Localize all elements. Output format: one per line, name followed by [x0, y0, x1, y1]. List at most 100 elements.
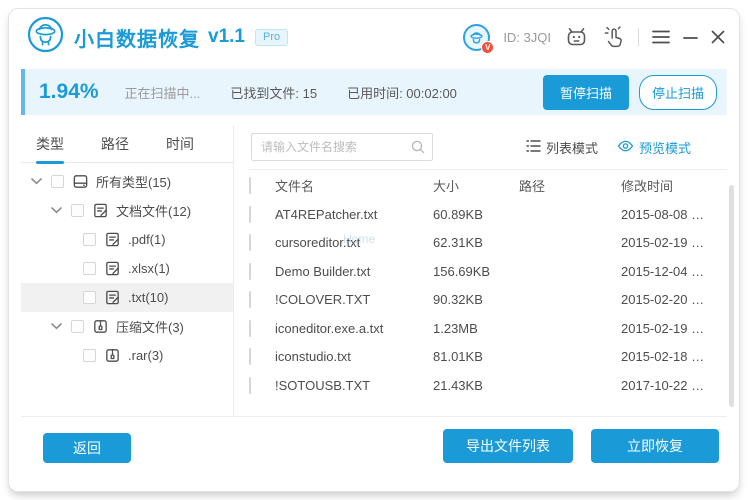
drive-icon [72, 173, 89, 190]
file-name: iconstudio.txt [275, 349, 351, 365]
file-size: 1.23MB [433, 320, 478, 336]
vip-badge: V [481, 40, 495, 54]
file-modified: 2015-02-19 22:57... [621, 320, 713, 336]
file-name: iconeditor.exe.a.txt [275, 320, 384, 336]
checkbox[interactable] [249, 291, 251, 309]
list-mode-label: 列表模式 [545, 141, 598, 156]
column-path[interactable]: 路径 [519, 176, 621, 195]
robot-assistant-icon[interactable] [564, 26, 589, 49]
tab-type[interactable]: 类型 [36, 125, 64, 163]
checkbox[interactable] [71, 204, 84, 217]
file-size: 60.89KB [433, 206, 483, 222]
tree-item-documents[interactable]: 文档文件(12) [21, 196, 233, 225]
table-row[interactable]: iconstudio.txt 81.01KB 2015-02-18 18:40.… [249, 343, 713, 372]
chevron-down-icon[interactable] [51, 207, 64, 214]
archive-icon [92, 318, 109, 335]
document-icon [92, 202, 109, 219]
scan-progress-bar: 1.94% 正在扫描中... 已找到文件: 15 已用时间: 00:02:00 … [21, 69, 727, 115]
search-input[interactable] [251, 133, 433, 161]
table-row[interactable]: Demo Builder.txt 156.69KB 2015-12-04 04:… [249, 257, 713, 286]
tab-path[interactable]: 路径 [101, 125, 129, 163]
file-modified: 2015-02-18 18:40... [621, 349, 713, 365]
view-mode-toggle: 列表模式 预览模式 [526, 138, 691, 157]
file-modified: 2017-10-22 18:48... [621, 377, 713, 393]
file-modified: 2015-02-20 03:56... [621, 292, 713, 308]
tab-time[interactable]: 时间 [166, 125, 194, 163]
recover-now-button[interactable]: 立即恢复 [591, 429, 719, 463]
select-all-checkbox[interactable] [249, 176, 251, 194]
checkbox[interactable] [249, 319, 251, 337]
menu-icon[interactable] [652, 30, 670, 44]
checkbox[interactable] [249, 376, 251, 394]
checkbox[interactable] [249, 205, 251, 223]
table-header: 文件名 大小 路径 修改时间 [249, 173, 713, 197]
hand-tap-icon[interactable] [602, 25, 625, 49]
checkbox[interactable] [83, 262, 96, 275]
document-icon [104, 260, 121, 277]
tree-item-label: 文档文件(12) [116, 204, 192, 219]
chevron-down-icon[interactable] [51, 323, 64, 330]
document-icon [104, 231, 121, 248]
stop-scan-button[interactable]: 停止扫描 [638, 74, 717, 110]
tree-item-archives[interactable]: 压缩文件(3) [21, 312, 233, 341]
tree-item-all-types[interactable]: 所有类型(15) [21, 167, 233, 196]
list-mode-button[interactable]: 列表模式 [526, 138, 598, 157]
file-name: !SOTOUSB.TXT [275, 377, 371, 393]
checkbox[interactable] [249, 348, 251, 366]
app-window: 小白数据恢复 v1.1 Pro V ID: 3JQI 1.94% 正在扫描中..… [8, 8, 740, 492]
list-icon [526, 139, 541, 156]
chevron-down-icon[interactable] [31, 178, 44, 185]
user-id: ID: 3JQI [503, 29, 551, 45]
close-icon[interactable] [711, 30, 725, 44]
table-row[interactable]: cursoreditor.txt 62.31KB 2015-02-19 00:4… [249, 229, 713, 258]
pause-scan-button[interactable]: 暂停扫描 [542, 74, 629, 110]
tree-item-rar[interactable]: .rar(3) [21, 341, 233, 370]
tree-item-label: .txt(10) [128, 290, 169, 305]
checkbox[interactable] [249, 234, 251, 252]
sidebar-tabs: 类型 路径 时间 [21, 125, 233, 163]
column-size[interactable]: 大小 [433, 176, 519, 195]
table-row[interactable]: iconeditor.exe.a.txt 1.23MB 2015-02-19 2… [249, 314, 713, 343]
table-row[interactable]: !SOTOUSB.TXT 21.43KB 2017-10-22 18:48... [249, 371, 713, 400]
column-modified[interactable]: 修改时间 [621, 176, 713, 195]
search-box [251, 133, 433, 161]
file-size: 21.43KB [433, 377, 483, 393]
tree-item-label: 压缩文件(3) [116, 320, 184, 335]
tree-item-xlsx[interactable]: .xlsx(1) [21, 254, 233, 283]
scan-elapsed-time: 已用时间: 00:02:00 [347, 85, 457, 101]
tree-item-txt[interactable]: .txt(10) [21, 283, 233, 312]
checkbox[interactable] [83, 349, 96, 362]
table-row[interactable]: !COLOVER.TXT 90.32KB 2015-02-20 03:56... [249, 286, 713, 315]
checkbox[interactable] [71, 320, 84, 333]
preview-mode-button[interactable]: 预览模式 [617, 138, 691, 157]
archive-icon [104, 347, 121, 364]
document-icon [104, 289, 121, 306]
column-filename[interactable]: 文件名 [275, 176, 433, 195]
scan-status: 正在扫描中... [124, 85, 201, 101]
scan-found-count: 已找到文件: 15 [230, 85, 318, 101]
search-icon[interactable] [410, 139, 426, 160]
titlebar-divider [638, 28, 639, 46]
file-size: 90.32KB [433, 292, 483, 308]
file-name: !COLOVER.TXT [275, 292, 371, 308]
pro-badge: Pro [254, 28, 289, 46]
file-name: cursoreditor.txt [275, 235, 361, 251]
checkbox[interactable] [51, 175, 64, 188]
table-row[interactable]: AT4REPatcher.txt 60.89KB 2015-08-08 08:3… [249, 200, 713, 229]
file-size: 81.01KB [433, 349, 483, 365]
checkbox[interactable] [83, 233, 96, 246]
minimize-icon[interactable] [683, 30, 698, 44]
sidebar-divider [233, 125, 234, 416]
checkbox[interactable] [83, 291, 96, 304]
export-file-list-button[interactable]: 导出文件列表 [443, 429, 573, 463]
tree-item-pdf[interactable]: .pdf(1) [21, 225, 233, 254]
user-avatar[interactable]: V [463, 23, 495, 54]
checkbox[interactable] [249, 262, 251, 280]
app-logo-icon [27, 16, 64, 58]
file-modified: 2015-08-08 08:31... [621, 206, 713, 222]
app-title: 小白数据恢复 [74, 28, 200, 51]
back-button[interactable]: 返回 [43, 433, 131, 463]
titlebar-brand: 小白数据恢复 v1.1 Pro [27, 9, 289, 65]
table-scrollbar[interactable] [729, 185, 734, 407]
preview-mode-label: 预览模式 [638, 141, 691, 156]
